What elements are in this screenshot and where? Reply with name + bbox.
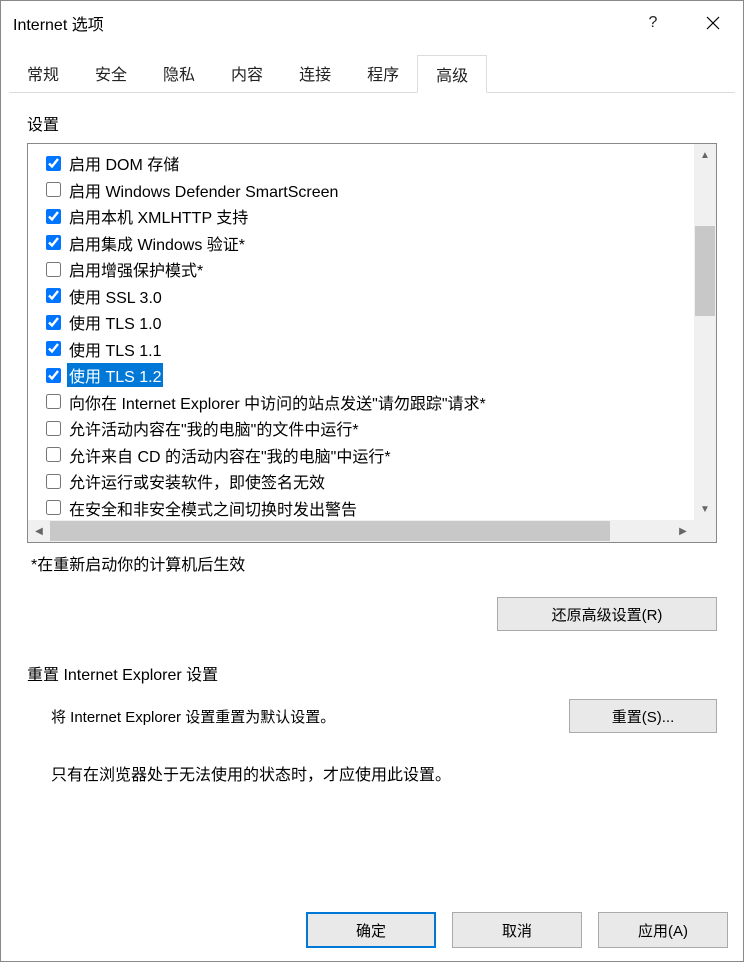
tab-programs[interactable]: 程序	[349, 55, 417, 93]
window-title: Internet 选项	[13, 11, 623, 35]
settings-item-label: 启用本机 XMLHTTP 支持	[67, 204, 250, 228]
tab-content[interactable]: 内容	[213, 55, 281, 93]
tab-security[interactable]: 安全	[77, 55, 145, 93]
settings-item[interactable]: 启用增强保护模式*	[46, 256, 694, 283]
tab-privacy[interactable]: 隐私	[145, 55, 213, 93]
scroll-corner	[694, 520, 716, 542]
settings-item-label: 启用 DOM 存储	[67, 151, 181, 175]
settings-item[interactable]: 向你在 Internet Explorer 中访问的站点发送"请勿跟踪"请求*	[46, 389, 694, 416]
settings-item[interactable]: 使用 TLS 1.1	[46, 336, 694, 363]
settings-item-checkbox[interactable]	[46, 182, 61, 197]
settings-item-label: 启用增强保护模式*	[67, 257, 205, 281]
reset-heading: 重置 Internet Explorer 设置	[27, 661, 717, 685]
settings-item-label: 允许活动内容在"我的电脑"的文件中运行*	[67, 416, 361, 440]
vscroll-track[interactable]	[694, 166, 716, 498]
settings-item[interactable]: 允许活动内容在"我的电脑"的文件中运行*	[46, 415, 694, 442]
tab-advanced[interactable]: 高级	[417, 55, 487, 93]
settings-item-checkbox[interactable]	[46, 156, 61, 171]
restore-advanced-button[interactable]: 还原高级设置(R)	[497, 597, 717, 631]
settings-item-checkbox[interactable]	[46, 447, 61, 462]
settings-item-checkbox[interactable]	[46, 421, 61, 436]
ok-button[interactable]: 确定	[306, 912, 436, 948]
horizontal-scrollbar[interactable]: ◀ ▶	[28, 520, 694, 542]
settings-item[interactable]: 启用集成 Windows 验证*	[46, 230, 694, 257]
settings-item-checkbox[interactable]	[46, 262, 61, 277]
settings-item-checkbox[interactable]	[46, 368, 61, 383]
settings-item-label: 使用 TLS 1.2	[67, 363, 163, 387]
scroll-down-icon[interactable]: ▼	[694, 498, 716, 520]
settings-item-label: 启用集成 Windows 验证*	[67, 231, 247, 255]
settings-item-checkbox[interactable]	[46, 474, 61, 489]
settings-item[interactable]: 使用 SSL 3.0	[46, 283, 694, 310]
settings-item[interactable]: 使用 TLS 1.2	[46, 362, 694, 389]
tab-strip: 常规 安全 隐私 内容 连接 程序 高级	[1, 45, 743, 93]
restart-note: *在重新启动你的计算机后生效	[27, 551, 717, 575]
hscroll-thumb[interactable]	[50, 521, 610, 541]
settings-item-label: 允许运行或安装软件，即使签名无效	[67, 469, 327, 493]
cancel-button[interactable]: 取消	[452, 912, 582, 948]
settings-item-label: 在安全和非安全模式之间切换时发出警告	[67, 496, 359, 520]
settings-item-checkbox[interactable]	[46, 209, 61, 224]
settings-item-checkbox[interactable]	[46, 341, 61, 356]
help-button[interactable]: ?	[623, 1, 683, 45]
reset-button[interactable]: 重置(S)...	[569, 699, 717, 733]
settings-group-label: 设置	[27, 111, 717, 135]
settings-item-checkbox[interactable]	[46, 235, 61, 250]
dialog-button-row: 确定 取消 应用(A)	[306, 912, 728, 948]
settings-item-label: 使用 SSL 3.0	[67, 284, 164, 308]
settings-list[interactable]: 启用 DOM 存储启用 Windows Defender SmartScreen…	[28, 144, 694, 520]
titlebar: Internet 选项 ?	[1, 1, 743, 45]
settings-listbox: 启用 DOM 存储启用 Windows Defender SmartScreen…	[27, 143, 717, 543]
scroll-up-icon[interactable]: ▲	[694, 144, 716, 166]
settings-item-label: 向你在 Internet Explorer 中访问的站点发送"请勿跟踪"请求*	[67, 390, 488, 414]
reset-description: 将 Internet Explorer 设置重置为默认设置。	[51, 706, 335, 727]
reset-note: 只有在浏览器处于无法使用的状态时，才应使用此设置。	[27, 761, 717, 785]
tab-connections[interactable]: 连接	[281, 55, 349, 93]
settings-item[interactable]: 使用 TLS 1.0	[46, 309, 694, 336]
settings-item-checkbox[interactable]	[46, 394, 61, 409]
scroll-right-icon[interactable]: ▶	[672, 520, 694, 542]
vscroll-thumb[interactable]	[695, 226, 715, 316]
settings-item-checkbox[interactable]	[46, 288, 61, 303]
settings-item[interactable]: 允许运行或安装软件，即使签名无效	[46, 468, 694, 495]
settings-item-checkbox[interactable]	[46, 500, 61, 515]
settings-item-label: 允许来自 CD 的活动内容在"我的电脑"中运行*	[67, 443, 393, 467]
settings-item-label: 启用 Windows Defender SmartScreen	[67, 178, 340, 202]
hscroll-track[interactable]	[50, 520, 672, 542]
settings-item-label: 使用 TLS 1.1	[67, 337, 163, 361]
settings-item[interactable]: 在安全和非安全模式之间切换时发出警告	[46, 495, 694, 521]
apply-button[interactable]: 应用(A)	[598, 912, 728, 948]
tab-general[interactable]: 常规	[9, 55, 77, 93]
close-icon	[706, 16, 720, 30]
settings-item-checkbox[interactable]	[46, 315, 61, 330]
settings-item[interactable]: 启用本机 XMLHTTP 支持	[46, 203, 694, 230]
reset-section: 重置 Internet Explorer 设置 将 Internet Explo…	[27, 661, 717, 785]
settings-item[interactable]: 启用 Windows Defender SmartScreen	[46, 177, 694, 204]
settings-item-label: 使用 TLS 1.0	[67, 310, 163, 334]
settings-item[interactable]: 启用 DOM 存储	[46, 150, 694, 177]
tab-panel-advanced: 设置 启用 DOM 存储启用 Windows Defender SmartScr…	[1, 93, 743, 795]
vertical-scrollbar[interactable]: ▲ ▼	[694, 144, 716, 520]
scroll-left-icon[interactable]: ◀	[28, 520, 50, 542]
help-icon: ?	[649, 14, 658, 32]
settings-item[interactable]: 允许来自 CD 的活动内容在"我的电脑"中运行*	[46, 442, 694, 469]
close-button[interactable]	[683, 1, 743, 45]
